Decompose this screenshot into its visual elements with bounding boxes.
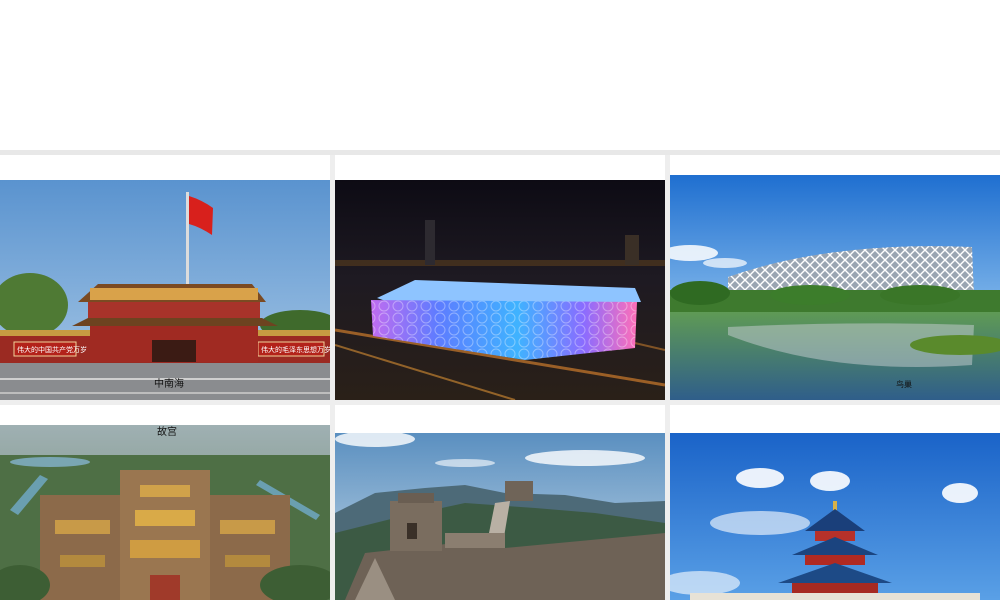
gallery-tile-forbidden-city[interactable]: 故宫 [0,405,330,600]
gallery-tile-temple-of-heaven[interactable] [670,405,1000,600]
banner-right-text: 伟大的毛泽东思想万岁 [261,345,330,354]
great-wall-photo[interactable] [335,433,665,600]
zhongnanhai-photo[interactable]: 伟大的中国共产党万岁 伟大的毛泽东思想万岁 [0,180,330,400]
forbidden-city-caption: 故宫 [157,427,177,438]
gallery-tile-zhongnanhai[interactable]: 伟大的中国共产党万岁 伟大的毛泽东思想万岁 中南海 [0,155,330,400]
birds-nest-photo[interactable] [670,175,1000,400]
gallery-tile-water-cube[interactable] [335,155,665,400]
page-header-blank [0,0,1000,150]
temple-of-heaven-photo[interactable] [670,433,1000,600]
photo-gallery: 伟大的中国共产党万岁 伟大的毛泽东思想万岁 中南海 鸟巢 故宫 [0,155,1000,600]
water-cube-photo[interactable] [335,180,665,400]
gallery-tile-birds-nest[interactable]: 鸟巢 [670,155,1000,400]
birds-nest-caption: 鸟巢 [896,380,912,389]
gallery-tile-great-wall[interactable] [335,405,665,600]
zhongnanhai-caption: 中南海 [154,379,184,390]
banner-left-text: 伟大的中国共产党万岁 [17,345,87,354]
forbidden-city-photo[interactable] [0,425,330,600]
